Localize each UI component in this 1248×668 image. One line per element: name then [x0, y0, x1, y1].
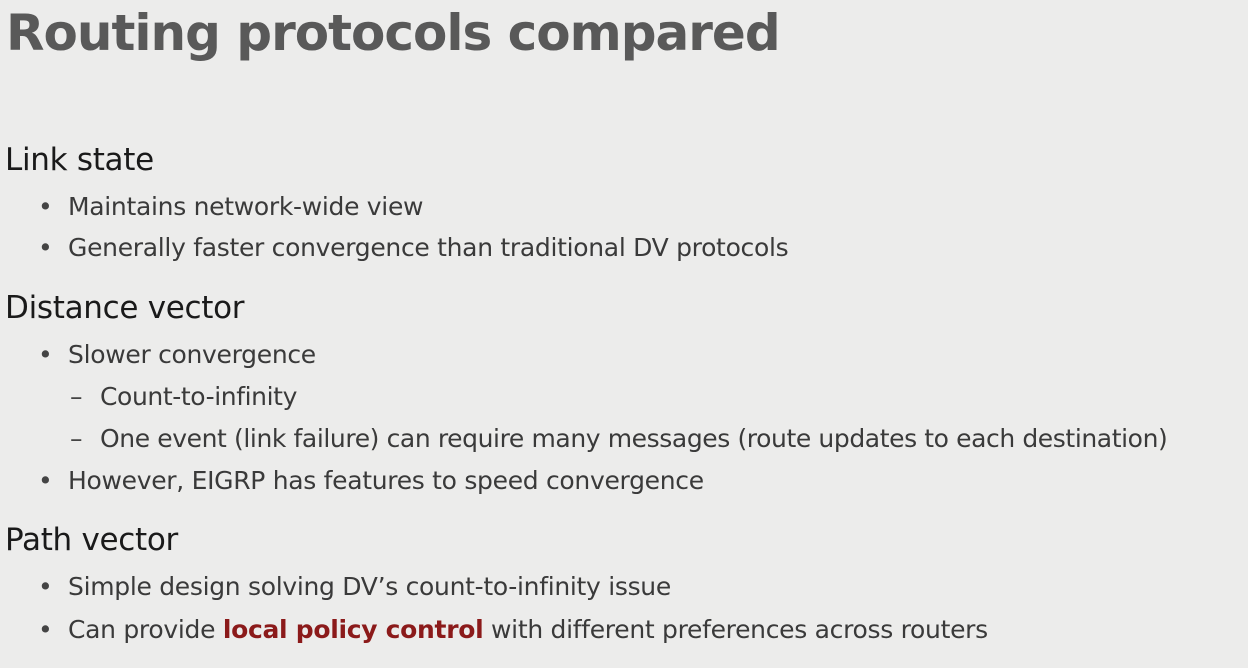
- sub-bullet-dash: –: [70, 424, 83, 453]
- bullet-item: • Generally faster convergence than tradi…: [38, 233, 789, 262]
- sub-bullet-item: – Count-to-infinity: [70, 382, 297, 411]
- bullet-text: Generally faster convergence than tradit…: [68, 233, 789, 262]
- bullet-dot: •: [38, 233, 53, 262]
- sub-bullet-text: Count-to-infinity: [100, 382, 297, 411]
- bullet-text: Simple design solving DV’s count-to-infi…: [68, 572, 671, 601]
- bullet-dot: •: [38, 340, 53, 369]
- slide-title: Routing protocols compared: [6, 4, 781, 62]
- bullet-item: • Simple design solving DV’s count-to-inf…: [38, 572, 671, 601]
- slide: Routing protocols compared Link state • M…: [0, 0, 1248, 668]
- bullet-item: • Slower convergence: [38, 340, 316, 369]
- section-heading-path-vector: Path vector: [5, 522, 178, 558]
- bullet-text-suffix: with different preferences across router…: [483, 615, 988, 644]
- bullet-text-prefix: Can provide: [68, 615, 223, 644]
- bullet-dot: •: [38, 466, 53, 495]
- sub-bullet-text: One event (link failure) can require man…: [100, 424, 1168, 453]
- section-heading-distance-vector: Distance vector: [5, 290, 245, 326]
- bullet-item: • Can provide local policy control with d…: [38, 615, 988, 644]
- bullet-dot: •: [38, 572, 53, 601]
- bullet-text: However, EIGRP has features to speed con…: [68, 466, 704, 495]
- bullet-item: • However, EIGRP has features to speed co…: [38, 466, 704, 495]
- emphasis-text: local policy control: [222, 615, 484, 644]
- bullet-item: • Maintains network-wide view: [38, 192, 423, 221]
- bullet-text: Slower convergence: [68, 340, 316, 369]
- section-heading-link-state: Link state: [5, 142, 154, 178]
- sub-bullet-dash: –: [70, 382, 83, 411]
- bullet-dot: •: [38, 192, 53, 221]
- sub-bullet-item: – One event (link failure) can require ma…: [70, 424, 1168, 453]
- bullet-text: Maintains network-wide view: [68, 192, 424, 221]
- bullet-dot: •: [38, 615, 53, 644]
